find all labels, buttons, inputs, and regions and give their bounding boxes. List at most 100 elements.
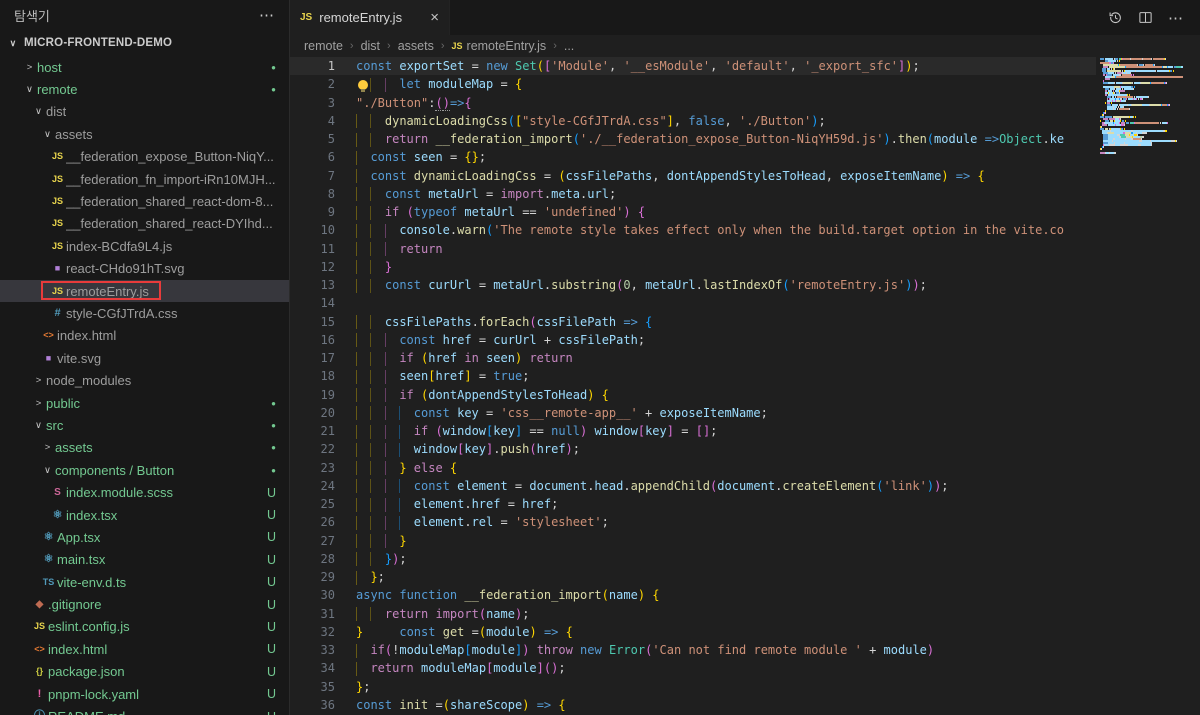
indent-guide xyxy=(363,260,370,274)
more-actions-icon[interactable]: ⋯ xyxy=(1168,9,1184,27)
breadcrumb-item[interactable]: dist xyxy=(361,39,380,53)
code-line[interactable]: const curUrl = metaUrl.substring(0, meta… xyxy=(356,276,1096,294)
chevron-down-icon[interactable]: ∨ xyxy=(40,129,55,140)
sidebar-item-index-html[interactable]: <>index.htmlU xyxy=(0,638,289,660)
indent-guide xyxy=(370,425,377,439)
sidebar-item-index-tsx[interactable]: ⚛index.tsxU xyxy=(0,504,289,526)
code-line[interactable]: console.warn('The remote style takes eff… xyxy=(356,221,1096,239)
breadcrumb-item[interactable]: ... xyxy=(564,39,574,53)
code-line[interactable]: const dynamicLoadingCss = (cssFilePaths,… xyxy=(356,167,1096,185)
sidebar-item-dist[interactable]: ∨dist xyxy=(0,101,289,123)
code-line[interactable]: if (href in seen) return xyxy=(356,349,1096,367)
code-line[interactable]: const href = curUrl + cssFilePath; xyxy=(356,331,1096,349)
chevron-down-icon[interactable]: ∨ xyxy=(40,465,55,476)
sidebar-item-index-html[interactable]: <>index.html xyxy=(0,325,289,347)
chevron-right-icon[interactable]: > xyxy=(22,62,37,73)
sidebar-item-eslint-config-js[interactable]: JSeslint.config.jsU xyxy=(0,616,289,638)
sidebar-item-federation-shared-react-dyihd[interactable]: JS__federation_shared_react-DYIhd... xyxy=(0,213,289,235)
minimap[interactable] xyxy=(1100,58,1194,154)
code-line[interactable]: const exportSet = new Set(['Module', '__… xyxy=(356,57,1096,75)
indent-guide xyxy=(356,279,363,293)
sidebar-item-public[interactable]: >public● xyxy=(0,392,289,414)
chevron-down-icon[interactable]: ∨ xyxy=(22,84,37,95)
tab-remoteentry-js[interactable]: JS remoteEntry.js × xyxy=(290,0,450,35)
code-line[interactable]: let moduleMap = { xyxy=(356,75,1096,93)
sidebar-item-package-json[interactable]: {}package.jsonU xyxy=(0,661,289,683)
lightbulb-icon[interactable] xyxy=(355,77,370,93)
code-line[interactable] xyxy=(356,294,1096,312)
sidebar-item-remote[interactable]: ∨remote● xyxy=(0,78,289,100)
code-line[interactable]: return xyxy=(356,240,1096,258)
sidebar-item-pnpm-lock-yaml[interactable]: !pnpm-lock.yamlU xyxy=(0,683,289,705)
code-line[interactable]: cssFilePaths.forEach(cssFilePath => { xyxy=(356,313,1096,331)
indent-guide xyxy=(363,242,370,256)
code-line[interactable]: if (dontAppendStylesToHead) { xyxy=(356,386,1096,404)
project-root-folder[interactable]: ∨ MICRO-FRONTEND-DEMO xyxy=(0,30,289,56)
history-icon[interactable] xyxy=(1108,10,1123,25)
indent-guide xyxy=(356,461,363,475)
sidebar-item-node-modules[interactable]: >node_modules xyxy=(0,369,289,391)
chevron-down-icon[interactable]: ∨ xyxy=(31,106,46,117)
code-line[interactable]: }; xyxy=(356,678,1096,696)
code-line[interactable]: "./Button":()=>{ xyxy=(356,94,1096,112)
close-icon[interactable]: × xyxy=(430,9,439,26)
code-line[interactable]: if (window[key] == null) window[key] = [… xyxy=(356,422,1096,440)
code-editor[interactable]: 1234567891011121314151617181920212223242… xyxy=(290,57,1200,715)
sidebar-item-federation-fn-import-irn10mjh[interactable]: JS__federation_fn_import-iRn10MJH... xyxy=(0,168,289,190)
code-line[interactable]: async function __federation_import(name)… xyxy=(356,586,1096,604)
git-untracked-badge: U xyxy=(267,687,276,701)
code-line[interactable]: } else { xyxy=(356,459,1096,477)
split-editor-icon[interactable] xyxy=(1138,10,1153,25)
more-actions-icon[interactable]: ⋯ xyxy=(259,6,275,24)
sidebar-item-federation-shared-react-dom-8[interactable]: JS__federation_shared_react-dom-8... xyxy=(0,190,289,212)
sidebar-item-src[interactable]: ∨src● xyxy=(0,414,289,436)
sidebar-item-style-cgfjtrda-css[interactable]: #style-CGfJTrdA.css xyxy=(0,302,289,324)
chevron-down-icon[interactable]: ∨ xyxy=(31,420,46,431)
sidebar-item-readme-md[interactable]: ⓘREADME.mdU xyxy=(0,705,289,715)
chevron-right-icon[interactable]: > xyxy=(31,398,46,409)
sidebar-item-index-module-scss[interactable]: Sindex.module.scssU xyxy=(0,481,289,503)
code-line[interactable]: window[key].push(href); xyxy=(356,440,1096,458)
sidebar-item-assets[interactable]: ∨assets xyxy=(0,123,289,145)
code-line[interactable]: }; xyxy=(356,568,1096,586)
breadcrumb-item[interactable]: remote xyxy=(304,39,343,53)
code-line[interactable]: } xyxy=(356,532,1096,550)
indent-guide xyxy=(363,224,370,238)
code-line[interactable]: element.rel = 'stylesheet'; xyxy=(356,513,1096,531)
sidebar-item-federation-expose-button-niqy[interactable]: JS__federation_expose_Button-NiqY... xyxy=(0,146,289,168)
sidebar-item-react-chdo91ht-svg[interactable]: ■react-CHdo91hT.svg xyxy=(0,258,289,280)
tab-bar: JS remoteEntry.js × xyxy=(290,0,1200,35)
git-untracked-badge: U xyxy=(267,642,276,656)
sidebar-item-assets[interactable]: >assets● xyxy=(0,437,289,459)
code-line[interactable]: const element = document.head.appendChil… xyxy=(356,477,1096,495)
sidebar-item-components-button[interactable]: ∨components / Button● xyxy=(0,459,289,481)
chevron-right-icon[interactable]: > xyxy=(40,442,55,453)
code-line[interactable]: }); xyxy=(356,550,1096,568)
code-line[interactable]: const key = 'css__remote-app__' + expose… xyxy=(356,404,1096,422)
breadcrumb-item[interactable]: JSremoteEntry.js xyxy=(452,39,547,53)
sidebar-item-index-bcdfa9l4-js[interactable]: JSindex-BCdfa9L4.js xyxy=(0,235,289,257)
sidebar-item-remoteentry-js[interactable]: JSremoteEntry.js xyxy=(0,280,289,302)
code-line[interactable]: return import(name); xyxy=(356,605,1096,623)
code-line[interactable]: const init =(shareScope) => { xyxy=(356,696,1096,714)
code-line[interactable]: } xyxy=(356,258,1096,276)
code-line[interactable]: if (typeof metaUrl == 'undefined') { xyxy=(356,203,1096,221)
breadcrumb-item[interactable]: assets xyxy=(398,39,434,53)
code-line[interactable]: seen[href] = true; xyxy=(356,367,1096,385)
sidebar-item-gitignore[interactable]: ◆.gitignoreU xyxy=(0,593,289,615)
code-content[interactable]: const exportSet = new Set(['Module', '__… xyxy=(356,57,1096,714)
code-line[interactable]: } const get =(module) => { xyxy=(356,623,1096,641)
code-line[interactable]: return moduleMap[module](); xyxy=(356,659,1096,677)
sidebar-item-host[interactable]: >host● xyxy=(0,56,289,78)
code-line[interactable]: if(!moduleMap[module]) throw new Error('… xyxy=(356,641,1096,659)
code-line[interactable]: const metaUrl = import.meta.url; xyxy=(356,185,1096,203)
sidebar-item-vite-env-d-ts[interactable]: TSvite-env.d.tsU xyxy=(0,571,289,593)
sidebar-item-app-tsx[interactable]: ⚛App.tsxU xyxy=(0,526,289,548)
sidebar-item-main-tsx[interactable]: ⚛main.tsxU xyxy=(0,549,289,571)
code-line[interactable]: const seen = {}; xyxy=(356,148,1096,166)
sidebar-item-vite-svg[interactable]: ■vite.svg xyxy=(0,347,289,369)
code-line[interactable]: dynamicLoadingCss(["style-CGfJTrdA.css"]… xyxy=(356,112,1096,130)
chevron-right-icon[interactable]: > xyxy=(31,375,46,386)
code-line[interactable]: return __federation_import('./__federati… xyxy=(356,130,1096,148)
code-line[interactable]: element.href = href; xyxy=(356,495,1096,513)
